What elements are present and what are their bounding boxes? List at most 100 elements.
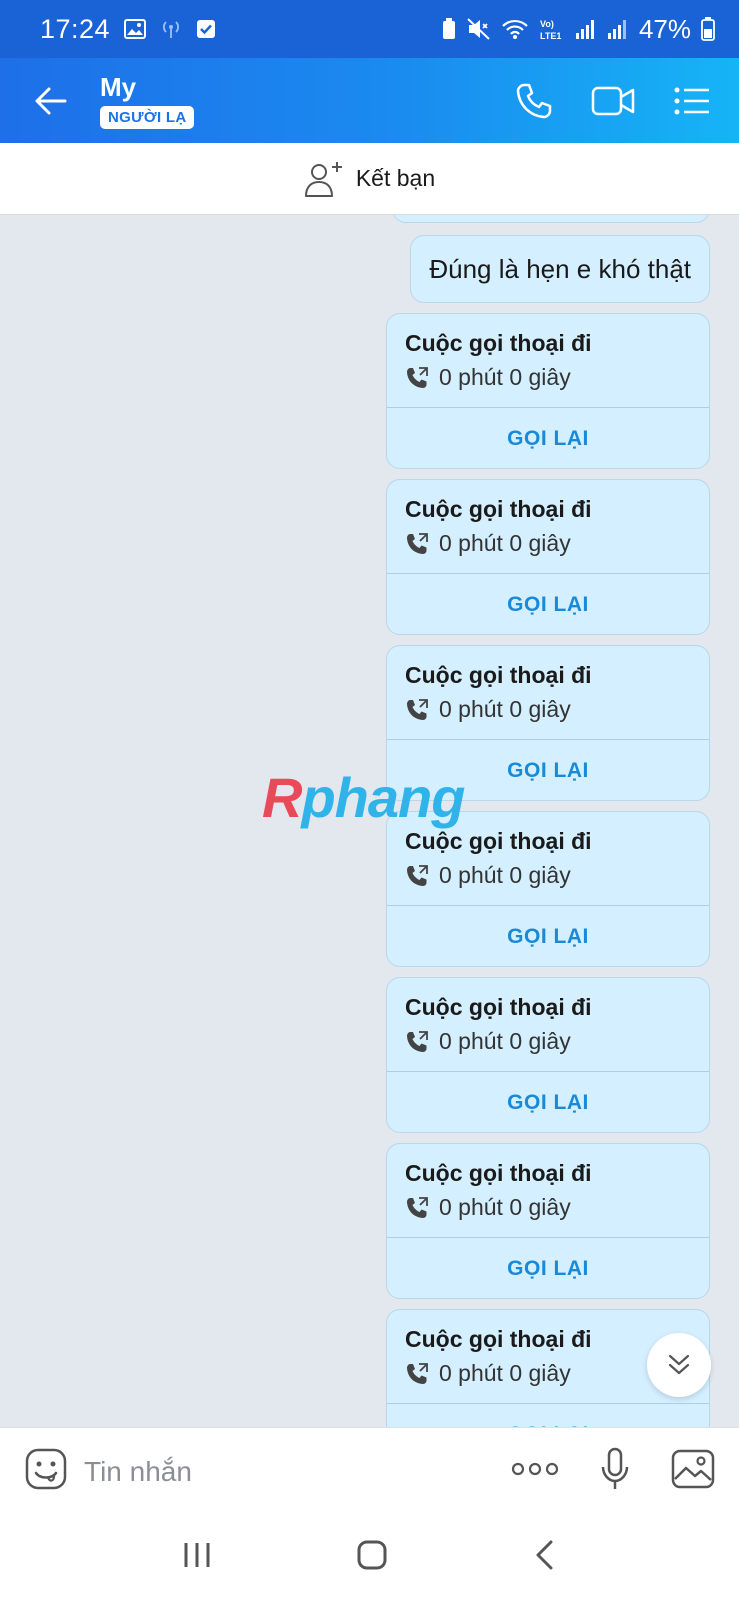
message-bubble-partial — [392, 215, 710, 223]
watermark-first: R — [262, 766, 302, 829]
status-time: 17:24 — [40, 13, 111, 44]
back-button[interactable] — [0, 58, 100, 143]
call-duration-row: 0 phút 0 giây — [405, 364, 691, 391]
call-title: Cuộc gọi thoại đi — [405, 1160, 592, 1186]
text-message-bubble[interactable]: Đúng là hẹn e khó thật — [410, 235, 710, 303]
call-back-button[interactable]: GỌI LẠI — [387, 574, 709, 634]
call-card: Cuộc gọi thoại đi 0 phút 0 giây GỌI LẠI — [386, 479, 710, 635]
call-back-button[interactable]: GỌI LẠI — [387, 408, 709, 468]
call-duration-row: 0 phút 0 giây — [405, 862, 691, 889]
call-back-button[interactable]: GỌI LẠI — [387, 1238, 709, 1298]
call-title: Cuộc gọi thoại đi — [405, 496, 592, 522]
call-card: Cuộc gọi thoại đi 0 phút 0 giây GỌI LẠI — [386, 811, 710, 967]
message-list[interactable]: Đúng là hẹn e khó thật Cuộc gọi thoại đi… — [0, 215, 739, 1427]
message-input[interactable] — [84, 1446, 464, 1497]
call-title: Cuộc gọi thoại đi — [405, 330, 592, 356]
mute-icon — [467, 18, 491, 40]
home-square-icon — [357, 1540, 387, 1570]
more-options-button[interactable] — [511, 1461, 559, 1482]
signal-icon-2 — [607, 18, 629, 40]
call-back-button[interactable]: GỌI LẠI — [387, 1404, 709, 1427]
smiley-sticker-icon — [25, 1448, 67, 1490]
microphone-icon — [601, 1447, 629, 1489]
contact-title-block[interactable]: My NGƯỜI LẠ — [100, 72, 195, 129]
call-card: Cuộc gọi thoại đi 0 phút 0 giây GỌI LẠI — [386, 977, 710, 1133]
add-friend-icon — [304, 161, 342, 197]
status-right: Vo) LTE1 47% — [441, 14, 715, 45]
call-duration: 0 phút 0 giây — [439, 1194, 571, 1220]
battery-saver-icon — [441, 18, 457, 40]
call-info[interactable]: Cuộc gọi thoại đi 0 phút 0 giây — [387, 314, 709, 408]
video-camera-icon — [591, 86, 635, 115]
system-back-button[interactable] — [533, 1539, 557, 1576]
system-nav-bar — [0, 1515, 739, 1600]
recent-apps-button[interactable] — [182, 1541, 212, 1574]
double-chevron-down-icon — [668, 1354, 690, 1375]
signal-icon-1 — [575, 18, 597, 40]
call-info[interactable]: Cuộc gọi thoại đi 0 phút 0 giây — [387, 480, 709, 574]
gallery-icon — [124, 19, 147, 39]
status-left-icons — [124, 18, 216, 40]
call-back-button[interactable]: GỌI LẠI — [387, 740, 709, 800]
call-card: Cuộc gọi thoại đi 0 phút 0 giây GỌI LẠI — [386, 1143, 710, 1299]
call-duration: 0 phút 0 giây — [439, 530, 571, 556]
home-button[interactable] — [356, 1539, 388, 1576]
call-duration-row: 0 phút 0 giây — [405, 1028, 691, 1055]
input-actions — [511, 1447, 715, 1496]
message-input-bar — [0, 1427, 739, 1515]
menu-button[interactable] — [673, 86, 711, 116]
back-arrow-icon — [35, 87, 67, 114]
check-box-icon — [196, 19, 216, 39]
image-picker-button[interactable] — [671, 1449, 715, 1494]
call-card: Cuộc gọi thoại đi 0 phút 0 giây GỌI LẠI — [386, 313, 710, 469]
call-card: Cuộc gọi thoại đi 0 phút 0 giây GỌI LẠI — [386, 645, 710, 801]
stranger-badge: NGƯỜI LẠ — [100, 106, 195, 129]
add-friend-bar[interactable]: Kết bạn — [0, 143, 739, 215]
outgoing-call-icon — [407, 1196, 428, 1218]
image-icon — [671, 1449, 715, 1489]
hotspot-icon — [160, 18, 182, 40]
call-info[interactable]: Cuộc gọi thoại đi 0 phút 0 giây — [387, 812, 709, 906]
voice-call-button[interactable] — [515, 82, 553, 120]
svg-text:LTE1: LTE1 — [540, 31, 561, 41]
recent-apps-icon — [184, 1543, 210, 1567]
outgoing-call-icon — [407, 864, 428, 886]
call-back-button[interactable]: GỌI LẠI — [387, 906, 709, 966]
call-title: Cuộc gọi thoại đi — [405, 662, 592, 688]
chat-header: My NGƯỜI LẠ — [0, 58, 739, 143]
call-info[interactable]: Cuộc gọi thoại đi 0 phút 0 giây — [387, 978, 709, 1072]
call-back-button[interactable]: GỌI LẠI — [387, 1072, 709, 1132]
outgoing-call-icon — [407, 698, 428, 720]
more-dots-icon — [511, 1462, 559, 1476]
header-actions — [515, 82, 739, 120]
outgoing-call-icon — [407, 1030, 428, 1052]
call-title: Cuộc gọi thoại đi — [405, 1326, 592, 1352]
call-duration-row: 0 phút 0 giây — [405, 1194, 691, 1221]
chevron-left-icon — [536, 1540, 553, 1570]
call-duration: 0 phút 0 giây — [439, 1028, 571, 1054]
call-duration: 0 phút 0 giây — [439, 364, 571, 390]
voice-record-button[interactable] — [599, 1447, 631, 1496]
outgoing-call-icon — [407, 532, 428, 554]
battery-icon — [701, 17, 715, 41]
video-call-button[interactable] — [591, 85, 635, 117]
call-info[interactable]: Cuộc gọi thoại đi 0 phút 0 giây — [387, 646, 709, 740]
call-title: Cuộc gọi thoại đi — [405, 828, 592, 854]
lte-icon: Vo) LTE1 — [539, 17, 565, 41]
wifi-icon — [501, 18, 529, 40]
sticker-button[interactable] — [24, 1447, 68, 1496]
call-duration: 0 phút 0 giây — [439, 696, 571, 722]
battery-percent: 47% — [638, 13, 691, 44]
call-info[interactable]: Cuộc gọi thoại đi 0 phút 0 giây — [387, 1144, 709, 1238]
add-friend-label: Kết bạn — [355, 165, 436, 191]
call-title: Cuộc gọi thoại đi — [405, 994, 592, 1020]
outgoing-call-icon — [407, 366, 428, 388]
call-duration: 0 phút 0 giây — [439, 1360, 571, 1386]
message-text: Đúng là hẹn e khó thật — [429, 253, 691, 284]
call-duration: 0 phút 0 giây — [439, 862, 571, 888]
call-duration-row: 0 phút 0 giây — [405, 530, 691, 557]
phone-icon — [516, 83, 552, 118]
svg-text:Vo): Vo) — [540, 19, 554, 29]
scroll-to-bottom-button[interactable] — [647, 1333, 711, 1397]
list-menu-icon — [674, 87, 709, 114]
